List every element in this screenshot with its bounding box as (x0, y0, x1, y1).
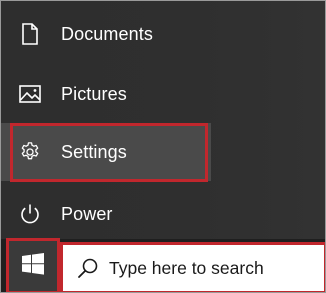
search-icon (77, 257, 99, 279)
start-button[interactable] (7, 239, 59, 292)
start-menu-item-label: Pictures (61, 83, 127, 104)
taskbar-search-box[interactable]: Type here to search (63, 245, 325, 291)
start-menu-item-label: Documents (61, 23, 153, 44)
start-menu-item-label: Power (61, 203, 113, 224)
start-menu: Documents Pictures Settings Power (1, 1, 325, 239)
document-icon (18, 22, 42, 46)
start-menu-item-pictures[interactable]: Pictures (1, 65, 325, 123)
start-menu-item-label: Settings (61, 141, 127, 162)
gear-icon (18, 140, 42, 164)
screenshot-frame: Documents Pictures Settings Power Type h… (0, 0, 326, 293)
windows-logo-icon (22, 253, 44, 280)
pictures-icon (18, 82, 42, 106)
search-placeholder: Type here to search (109, 257, 264, 278)
start-menu-item-power[interactable]: Power (1, 185, 325, 243)
start-menu-item-documents[interactable]: Documents (1, 5, 325, 63)
power-icon (18, 202, 42, 226)
start-menu-item-settings[interactable]: Settings (1, 123, 211, 181)
